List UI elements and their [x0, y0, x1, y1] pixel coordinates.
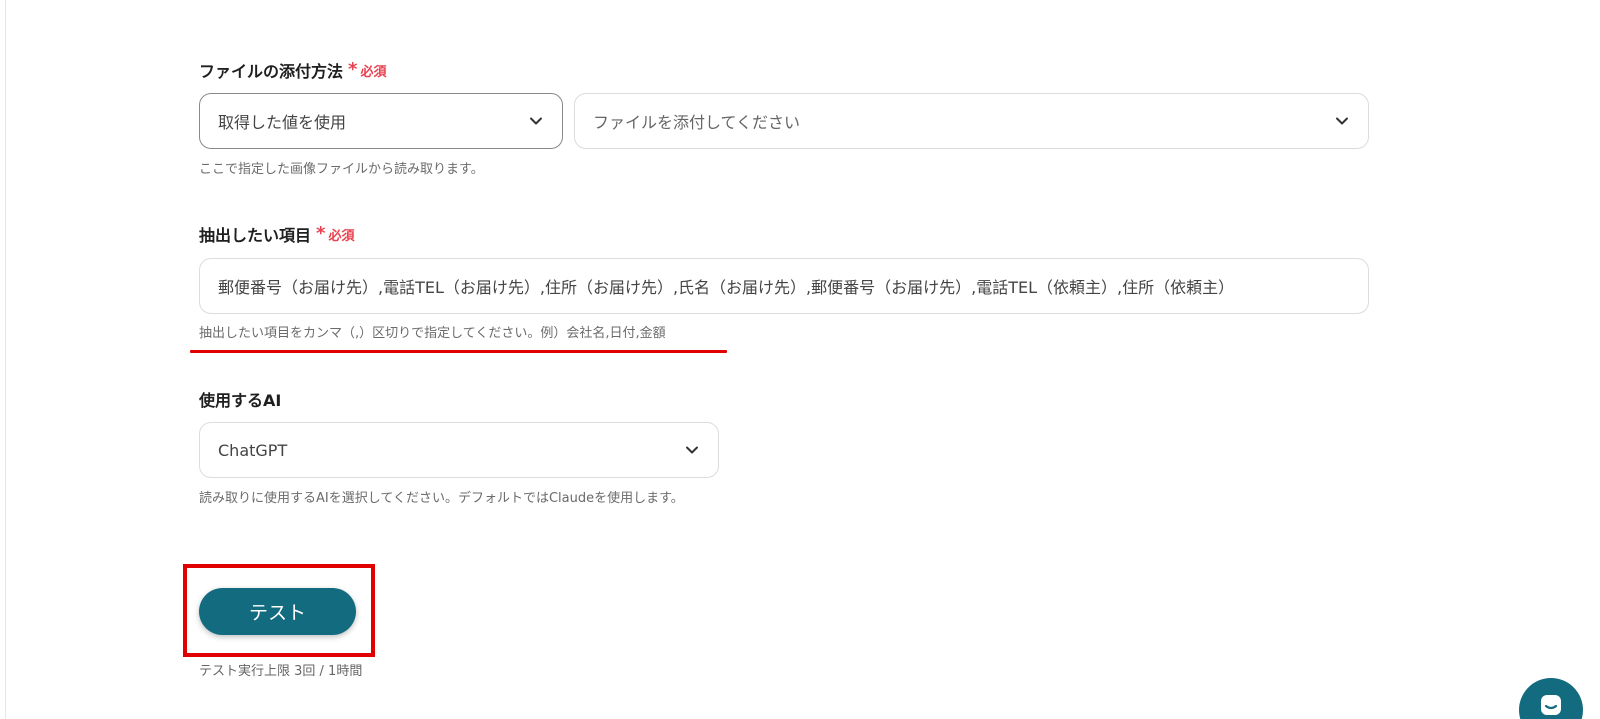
chevron-down-icon — [526, 111, 546, 131]
ai-select-label: 使用するAI — [199, 387, 281, 411]
ai-select-help: 読み取りに使用するAIを選択してください。デフォルトではClaudeを使用します… — [199, 491, 684, 506]
panel-divider — [5, 0, 6, 719]
extract-items-input[interactable]: 郵便番号（お届け先）,電話TEL（お届け先）,住所（お届け先）,氏名（お届け先）… — [199, 258, 1369, 314]
chevron-down-icon — [1332, 111, 1352, 131]
chevron-down-icon — [682, 440, 702, 460]
file-select-placeholder: ファイルを添付してください — [593, 113, 801, 132]
required-asterisk: * — [316, 223, 326, 244]
required-asterisk: * — [348, 59, 358, 80]
test-limit-text: テスト実行上限 3回 / 1時間 — [199, 664, 363, 679]
attach-method-select[interactable]: 取得した値を使用 — [199, 93, 563, 149]
file-attach-label: ファイルの添付方法 * 必須 — [199, 58, 386, 82]
ai-select[interactable]: ChatGPT — [199, 422, 719, 478]
ai-select-value: ChatGPT — [218, 440, 288, 460]
extract-items-help: 抽出したい項目をカンマ（,）区切りで指定してください。例）会社名,日付,金額 — [199, 326, 666, 341]
chat-widget-button[interactable] — [1519, 678, 1583, 719]
required-badge: 必須 — [328, 228, 355, 244]
file-attach-label-text: ファイルの添付方法 — [199, 62, 344, 81]
file-select[interactable]: ファイルを添付してください — [574, 93, 1369, 149]
extract-items-label: 抽出したい項目 * 必須 — [199, 222, 354, 246]
extract-items-value: 郵便番号（お届け先）,電話TEL（お届け先）,住所（お届け先）,氏名（お届け先）… — [218, 278, 1235, 297]
test-button[interactable]: テスト — [199, 588, 356, 635]
chat-icon — [1541, 695, 1561, 715]
required-badge: 必須 — [360, 64, 387, 80]
extract-items-label-text: 抽出したい項目 — [199, 226, 312, 245]
ai-select-label-text: 使用するAI — [199, 391, 282, 410]
annotation-underline — [190, 350, 727, 353]
form-panel: ファイルの添付方法 * 必須 取得した値を使用 ファイルを添付してください ここ… — [0, 0, 1600, 719]
attach-method-value: 取得した値を使用 — [218, 113, 347, 132]
file-attach-help: ここで指定した画像ファイルから読み取ります。 — [199, 162, 484, 177]
